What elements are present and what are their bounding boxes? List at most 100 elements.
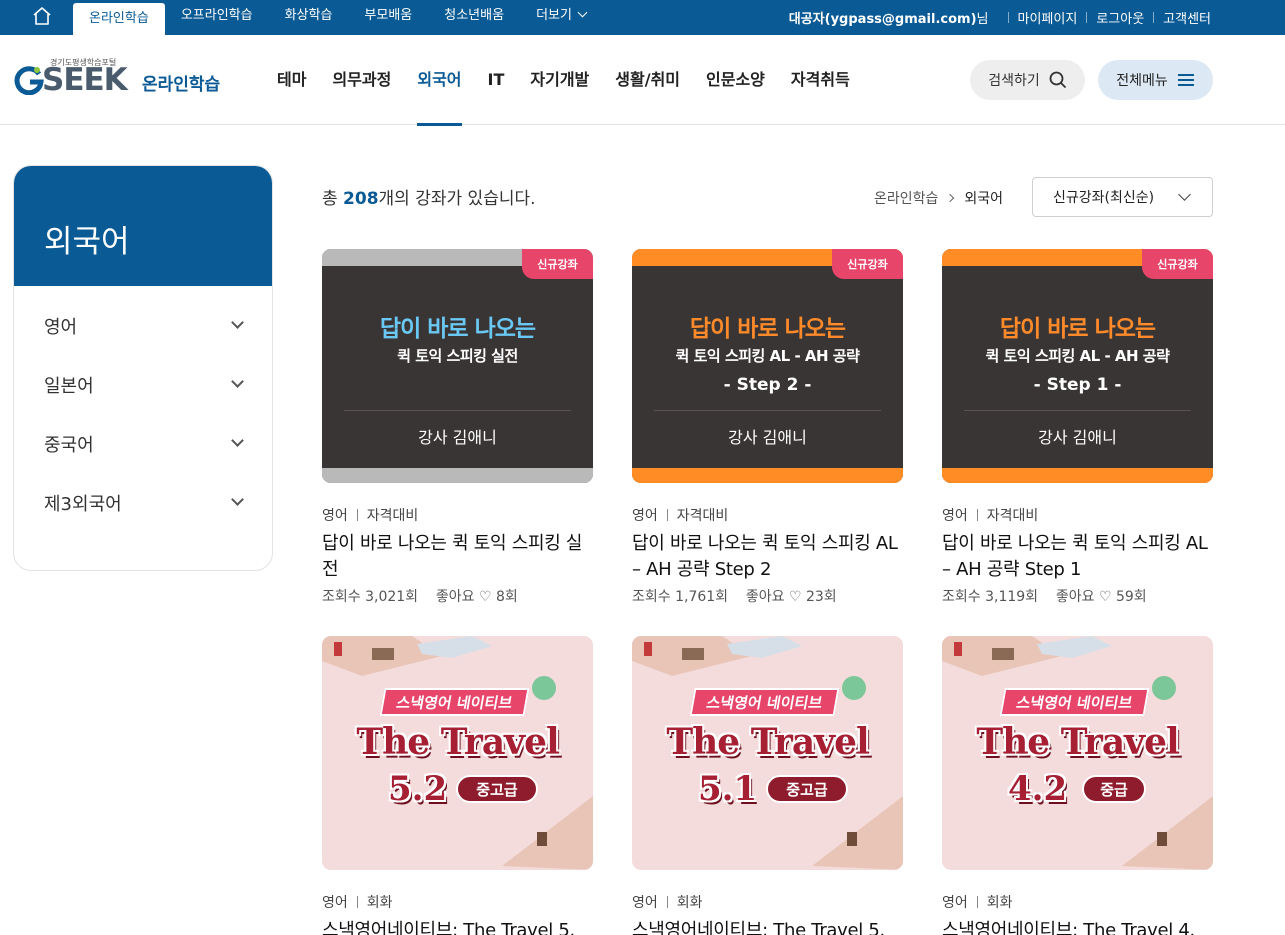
subcategory-label: 회화	[676, 895, 703, 911]
divider	[976, 509, 978, 521]
mypage-link[interactable]: 마이페이지	[1018, 8, 1078, 27]
nav-theme[interactable]: 테마	[264, 35, 319, 125]
divider	[666, 896, 668, 908]
new-course-badge: 신규강좌	[522, 249, 593, 279]
breadcrumb-online[interactable]: 온라인학습	[874, 188, 938, 208]
count-suffix: 개의 강좌가 있습니다.	[378, 189, 536, 209]
category-label: 영어	[322, 895, 348, 911]
course-thumbnail[interactable]: 신규강좌 답이 바로 나오는 퀵 토익 스피킹 AL - AH 공략 - Ste…	[942, 249, 1213, 483]
views-count: 조회수 3,119회	[942, 589, 1039, 605]
course-stats: 조회수 3,119회 좋아요 ♡ 59회	[942, 586, 1213, 606]
course-count: 총 208개의 강좌가 있습니다.	[322, 184, 536, 209]
likes-count: 좋아요 ♡ 23회	[745, 589, 837, 605]
course-thumbnail[interactable]: 스낵영어 네이티브 The Travel 5.1 중고급	[632, 636, 903, 870]
logout-link[interactable]: 로그아웃	[1096, 8, 1144, 27]
user-suffix: 님	[976, 12, 989, 27]
sidebar-item-chinese[interactable]: 중국어	[14, 414, 272, 473]
divider	[344, 410, 571, 411]
sort-select[interactable]: 신규강좌(최신순)	[1032, 177, 1213, 217]
nav-foreign-language[interactable]: 외국어	[404, 35, 474, 126]
course-thumbnail[interactable]: 스낵영어 네이티브 The Travel 4.2 중급	[942, 636, 1213, 870]
nav-self-development[interactable]: 자기개발	[517, 35, 602, 125]
top-tab-video[interactable]: 화상학습	[269, 0, 349, 35]
course-card[interactable]: 신규강좌 답이 바로 나오는 퀵 토익 스피킹 실전 강사 김애니 영어 자격대비…	[322, 249, 593, 606]
search-label: 검색하기	[988, 73, 1040, 89]
sidebar-title: 외국어	[14, 166, 272, 286]
top-tab-more[interactable]: 더보기	[520, 0, 602, 35]
chevron-down-icon	[231, 375, 244, 388]
nav-it[interactable]: IT	[475, 35, 518, 125]
course-category: 영어 자격대비	[322, 505, 593, 525]
top-tab-online[interactable]: 온라인학습	[73, 3, 165, 35]
customer-center-link[interactable]: 고객센터	[1163, 8, 1211, 27]
thumb-subtitle: 퀵 토익 스피킹 AL - AH 공략	[985, 347, 1170, 365]
gseek-logo[interactable]: 경기도평생학습포털 SEEK 온라인학습	[14, 57, 224, 107]
chevron-down-icon	[231, 434, 244, 447]
search-button[interactable]: 검색하기	[970, 60, 1085, 100]
sidebar-item-label: 중국어	[44, 434, 94, 456]
all-menu-label: 전체메뉴	[1116, 73, 1168, 89]
thumb-step: - Step 1 -	[1033, 375, 1122, 395]
category-label: 영어	[942, 895, 968, 911]
sidebar-item-other-languages[interactable]: 제3외국어	[14, 473, 272, 532]
g-logo-icon	[14, 66, 44, 95]
thumb-subtitle: 퀵 토익 스피킹 AL - AH 공략	[675, 347, 860, 365]
subcategory-label: 회화	[986, 895, 1013, 911]
course-card[interactable]: 신규강좌 답이 바로 나오는 퀵 토익 스피킹 AL - AH 공략 - Ste…	[942, 249, 1213, 606]
course-title[interactable]: 스낵영어네이티브: The Travel 5.	[632, 918, 903, 935]
nav-humanities[interactable]: 인문소양	[693, 35, 778, 125]
nav-hobby[interactable]: 생활/취미	[602, 35, 693, 125]
divider	[1153, 12, 1155, 23]
course-title[interactable]: 답이 바로 나오는 퀵 토익 스피킹 실전	[322, 531, 593, 583]
course-thumbnail[interactable]: 신규강좌 답이 바로 나오는 퀵 토익 스피킹 AL - AH 공략 - Ste…	[632, 249, 903, 483]
thumb-teacher: 강사 김애니	[1038, 428, 1117, 447]
top-tab-parents[interactable]: 부모배움	[348, 0, 428, 35]
course-card[interactable]: 스낵영어 네이티브 The Travel 4.2 중급 영어 회화 스낵영어네이티…	[942, 636, 1213, 935]
course-title[interactable]: 답이 바로 나오는 퀵 토익 스피킹 AL – AH 공략 Step 2	[632, 531, 903, 583]
home-icon[interactable]	[31, 5, 53, 27]
top-tab-offline[interactable]: 오프라인학습	[165, 0, 269, 35]
course-card[interactable]: 스낵영어 네이티브 The Travel 5.1 중고급 영어 회화 스낵영어네이…	[632, 636, 903, 935]
category-label: 영어	[632, 508, 658, 524]
subcategory-label: 자격대비	[676, 508, 729, 524]
course-title[interactable]: 답이 바로 나오는 퀵 토익 스피킹 AL – AH 공략 Step 1	[942, 531, 1213, 583]
course-card[interactable]: 스낵영어 네이티브 The Travel 5.2 중고급 영어 회화 스낵영어네이…	[322, 636, 593, 935]
count-prefix: 총	[322, 189, 344, 209]
top-tab-youth[interactable]: 청소년배움	[428, 0, 520, 35]
course-category: 영어 회화	[632, 892, 903, 912]
logo-service-name: 온라인학습	[142, 75, 221, 95]
subcategory-label: 회화	[366, 895, 393, 911]
sidebar-item-japanese[interactable]: 일본어	[14, 355, 272, 414]
course-title[interactable]: 스낵영어네이티브: The Travel 5.	[322, 918, 593, 935]
category-label: 영어	[322, 508, 348, 524]
nav-mandatory[interactable]: 의무과정	[319, 35, 404, 125]
divider	[356, 509, 358, 521]
new-course-badge: 신규강좌	[832, 249, 903, 279]
course-thumbnail[interactable]: 스낵영어 네이티브 The Travel 5.2 중고급	[322, 636, 593, 870]
main-nav: 테마 의무과정 외국어 IT 자기개발 생활/취미 인문소양 자격취득	[264, 35, 863, 126]
thumb-level: 중고급	[456, 775, 538, 803]
course-thumbnail[interactable]: 신규강좌 답이 바로 나오는 퀵 토익 스피킹 실전 강사 김애니	[322, 249, 593, 483]
sidebar-item-english[interactable]: 영어	[14, 296, 272, 355]
subcategory-label: 자격대비	[986, 508, 1039, 524]
course-category: 영어 자격대비	[942, 505, 1213, 525]
course-title[interactable]: 스낵영어네이티브: The Travel 4.	[942, 918, 1213, 935]
user-name: 대공자(ygpass@gmail.com)	[788, 12, 977, 27]
thumb-label: 스낵영어 네이티브	[379, 688, 530, 716]
all-menu-button[interactable]: 전체메뉴	[1098, 60, 1213, 100]
thumb-number: 5.2	[388, 769, 448, 809]
course-card[interactable]: 신규강좌 답이 바로 나오는 퀵 토익 스피킹 AL - AH 공략 - Ste…	[632, 249, 903, 606]
chevron-down-icon	[231, 493, 244, 506]
divider	[356, 896, 358, 908]
more-label: 더보기	[536, 8, 572, 23]
nav-certification[interactable]: 자격취득	[778, 35, 863, 125]
views-count: 조회수 3,021회	[322, 589, 419, 605]
divider	[654, 410, 881, 411]
breadcrumb-current: 외국어	[964, 191, 1004, 207]
chevron-down-icon	[577, 7, 588, 18]
divider	[666, 509, 668, 521]
new-course-badge: 신규강좌	[1142, 249, 1213, 279]
thumb-title: 답이 바로 나오는	[999, 316, 1156, 342]
count-value: 208	[343, 189, 379, 209]
thumb-title: 답이 바로 나오는	[689, 316, 846, 342]
